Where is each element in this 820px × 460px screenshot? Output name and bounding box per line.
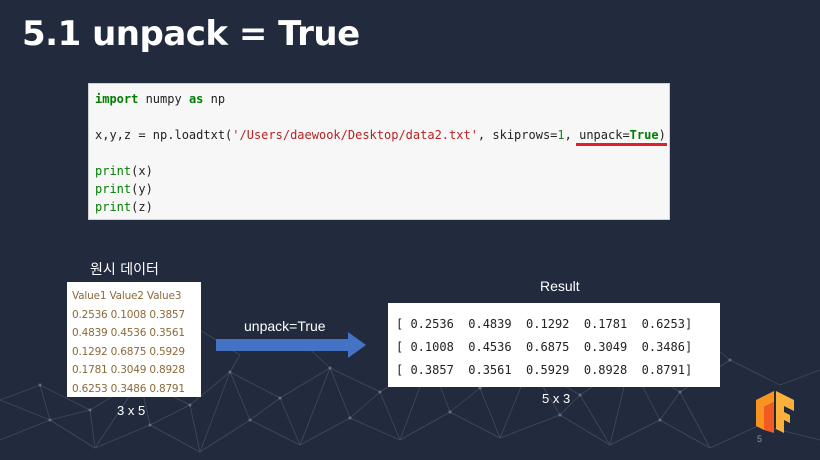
code-block: import numpy as np x,y,z = np.loadtxt('/… xyxy=(88,83,670,220)
code-alias: np xyxy=(203,92,226,106)
code-print-arg: (z) xyxy=(131,200,153,214)
code-keyword-as: as xyxy=(188,92,204,106)
code-line-print-z: print(z) xyxy=(95,198,669,216)
code-line-print-x: print(x) xyxy=(95,162,669,180)
code-skiprows-value: 1 xyxy=(557,128,565,142)
raw-data-label: 원시 데이터 xyxy=(90,262,159,278)
unpack-highlight-underline xyxy=(576,143,667,146)
code-line-blank-2 xyxy=(95,144,669,162)
code-skiprows-arg: , skiprows= xyxy=(477,128,558,142)
raw-data-dimensions: 3 x 5 xyxy=(117,403,146,418)
raw-data-header-row: Value1 Value2 Value3 xyxy=(72,290,182,302)
result-output: [ 0.2536 0.4839 0.1292 0.1781 0.6253] [ … xyxy=(388,303,720,387)
code-line-loadtxt: x,y,z = np.loadtxt('/Users/daewook/Deskt… xyxy=(95,126,669,144)
raw-data-row: 0.1781 0.3049 0.8928 xyxy=(72,364,185,376)
code-unpack-value: True xyxy=(629,128,659,142)
code-keyword-import: import xyxy=(95,92,139,106)
raw-data-row: 0.1292 0.6875 0.5929 xyxy=(72,345,185,358)
result-label: Result xyxy=(540,278,580,294)
tensorflow-logo-icon xyxy=(756,391,794,433)
code-print-fn: print xyxy=(95,182,132,196)
code-print-fn: print xyxy=(95,200,132,214)
code-print-arg: (x) xyxy=(131,164,153,178)
code-line-print-y: print(y) xyxy=(95,180,669,198)
result-row: [ 0.1008 0.4536 0.6875 0.3049 0.3486] xyxy=(396,340,693,354)
raw-data-row: 0.2536 0.1008 0.3857 xyxy=(72,308,185,321)
result-dimensions: 5 x 3 xyxy=(542,391,571,406)
code-print-fn: print xyxy=(95,164,132,178)
code-print-arg: (y) xyxy=(131,182,153,196)
raw-data-table: Value1 Value2 Value3 0.2536 0.1008 0.385… xyxy=(67,282,201,397)
right-arrow-icon xyxy=(216,332,366,358)
raw-data-row: 0.4839 0.4536 0.3561 xyxy=(72,327,185,339)
code-path-string: '/Users/daewook/Desktop/data2.txt' xyxy=(232,128,478,142)
code-close-paren: ) xyxy=(658,128,666,142)
code-module: numpy xyxy=(138,92,189,106)
code-unpack-arg: , unpack= xyxy=(564,128,630,142)
code-line-import: import numpy as np xyxy=(95,90,669,108)
slide-title: 5.1 unpack = True xyxy=(22,14,360,54)
code-loadtxt-call: x,y,z = np.loadtxt( xyxy=(95,128,233,142)
raw-data-row: 0.6253 0.3486 0.8791 xyxy=(72,382,185,395)
code-line-blank xyxy=(95,108,669,126)
result-row: [ 0.2536 0.4839 0.1292 0.1781 0.6253] xyxy=(396,317,693,331)
result-row: [ 0.3857 0.3561 0.5929 0.8928 0.8791] xyxy=(396,363,693,377)
page-number: 5 xyxy=(757,434,763,444)
